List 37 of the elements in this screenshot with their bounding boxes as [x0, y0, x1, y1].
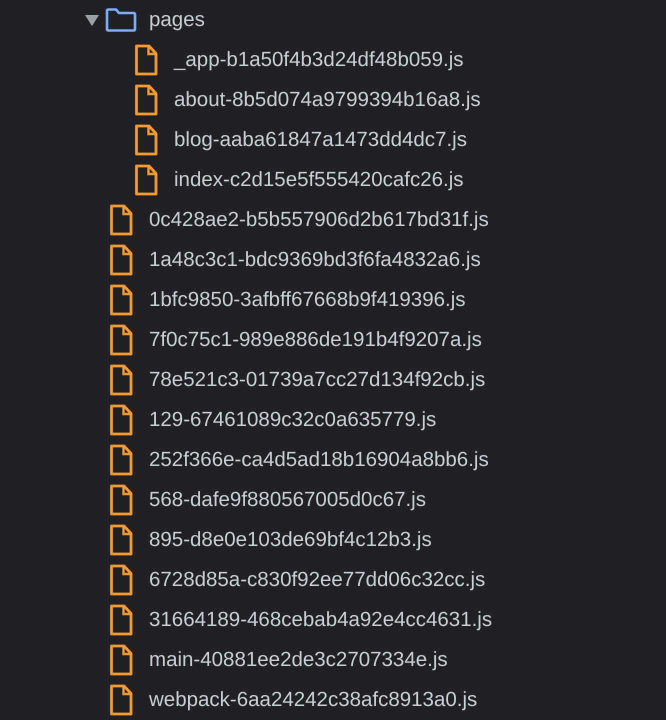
file-name[interactable]: webpack-6aa24242c38afc8913a0.js — [149, 688, 478, 712]
file-name[interactable]: 1a48c3c1-bdc9369bd3f6fa4832a6.js — [149, 248, 481, 272]
file-name[interactable]: 252f366e-ca4d5ad18b16904a8bb6.js — [149, 448, 489, 472]
file-name[interactable]: index-c2d15e5f555420cafc26.js — [174, 168, 464, 192]
file-name[interactable]: 78e521c3-01739a7cc27d134f92cb.js — [149, 368, 486, 392]
file-name[interactable]: 7f0c75c1-989e886de191b4f9207a.js — [149, 328, 482, 352]
file-icon — [109, 444, 133, 476]
file-name[interactable]: _app-b1a50f4b3d24df48b059.js — [174, 48, 464, 72]
file-name[interactable]: 6728d85a-c830f92ee77dd06c32cc.js — [149, 568, 486, 592]
file-icon — [109, 324, 133, 356]
file-icon — [109, 244, 133, 276]
file-name[interactable]: 0c428ae2-b5b557906d2b617bd31f.js — [149, 208, 489, 232]
file-icon — [109, 684, 133, 716]
file-icon — [134, 84, 158, 116]
file-icon — [109, 484, 133, 516]
file-icon — [109, 524, 133, 556]
file-name[interactable]: 568-dafe9f880567005d0c67.js — [149, 488, 426, 512]
expand-triangle-icon[interactable] — [85, 14, 99, 26]
folder-icon — [105, 8, 137, 32]
file-name[interactable]: 31664189-468cebab4a92e4cc4631.js — [149, 608, 492, 632]
file-name[interactable]: about-8b5d074a9799394b16a8.js — [174, 88, 481, 112]
file-name[interactable]: 1bfc9850-3afbff67668b9f419396.js — [149, 288, 466, 312]
file-icon — [109, 364, 133, 396]
file-name[interactable]: main-40881ee2de3c2707334e.js — [149, 648, 448, 672]
file-name[interactable]: 129-67461089c32c0a635779.js — [149, 408, 436, 432]
file-name[interactable]: blog-aaba61847a1473dd4dc7.js — [174, 128, 467, 152]
file-icon — [134, 164, 158, 196]
file-icon — [109, 644, 133, 676]
file-icon — [109, 284, 133, 316]
file-icon — [109, 564, 133, 596]
file-icon — [134, 44, 158, 76]
file-icon — [109, 204, 133, 236]
file-icon — [134, 124, 158, 156]
file-name[interactable]: 895-d8e0e103de69bf4c12b3.js — [149, 528, 432, 552]
file-icon — [109, 604, 133, 636]
folder-name[interactable]: pages — [149, 8, 205, 32]
file-icon — [109, 404, 133, 436]
